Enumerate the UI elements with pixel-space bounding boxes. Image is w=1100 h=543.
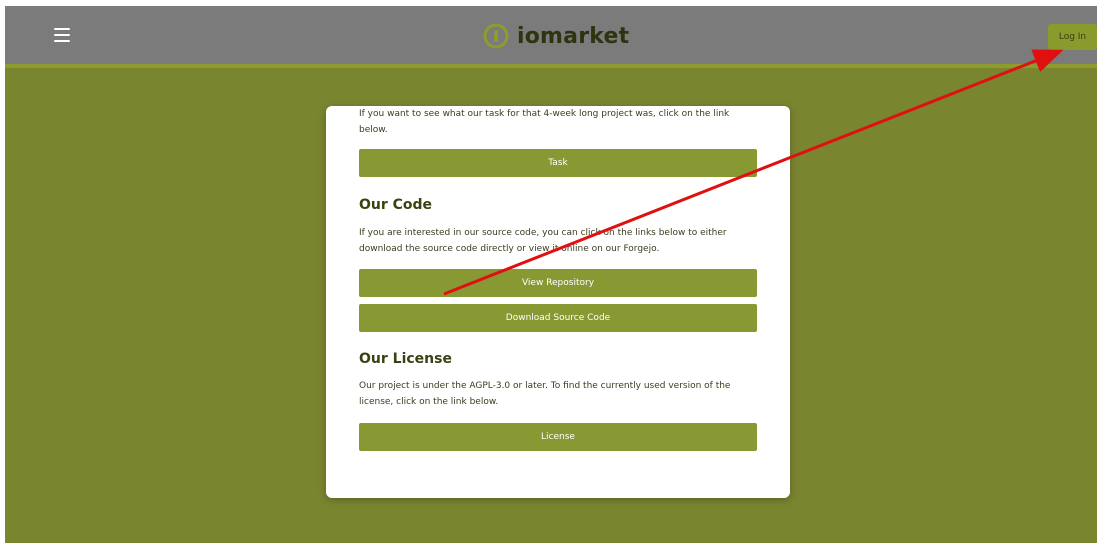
license-heading: Our License bbox=[359, 351, 452, 367]
code-description-text: If you are interested in our source code… bbox=[359, 228, 727, 254]
header-accent-strip bbox=[5, 64, 1097, 68]
download-source-button[interactable]: Download Source Code bbox=[359, 304, 757, 332]
brand-logo[interactable]: iomarket bbox=[482, 21, 629, 51]
hamburger-menu-icon[interactable] bbox=[54, 28, 70, 42]
task-button[interactable]: Task bbox=[359, 149, 757, 177]
code-heading: Our Code bbox=[359, 197, 433, 213]
logo-mark-icon bbox=[483, 23, 509, 49]
task-intro-text: If you want to see what our task for tha… bbox=[359, 109, 730, 135]
license-description-text: Our project is under the AGPL-3.0 or lat… bbox=[359, 381, 731, 407]
brand-name: iomarket bbox=[517, 23, 630, 49]
view-repository-button[interactable]: View Repository bbox=[359, 269, 757, 297]
license-button[interactable]: License bbox=[359, 423, 757, 451]
info-card: If you want to see what our task for tha… bbox=[326, 106, 790, 498]
login-button[interactable]: Log In bbox=[1048, 24, 1097, 50]
